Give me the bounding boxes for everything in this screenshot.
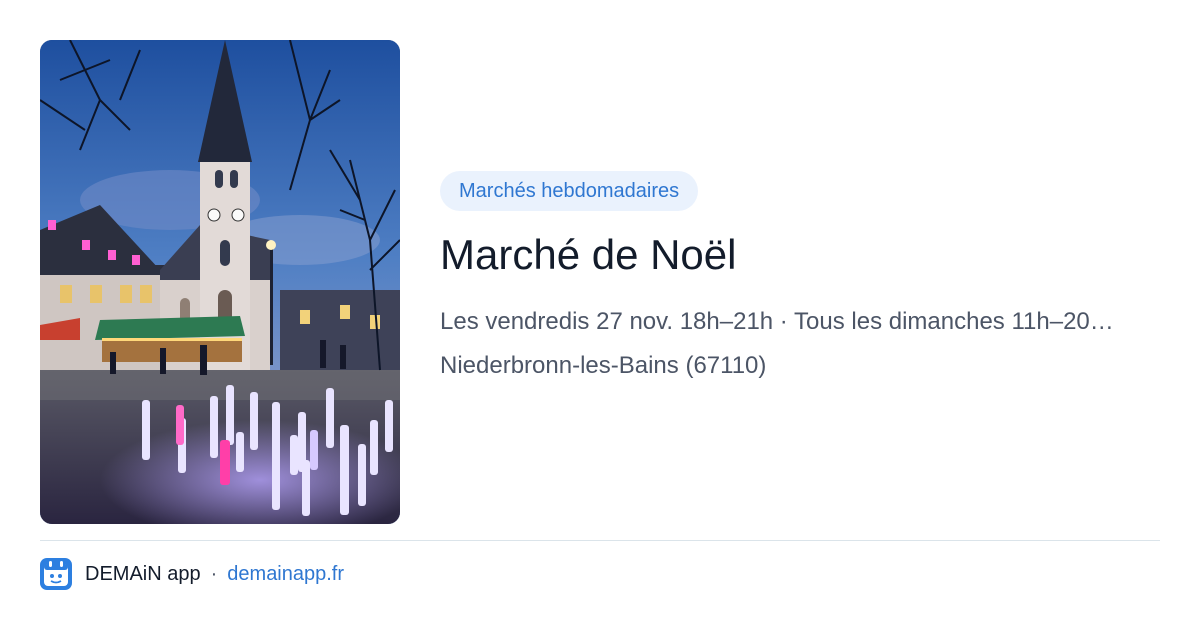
site-link[interactable]: demainapp.fr: [227, 563, 344, 586]
demain-app-logo-icon: [40, 558, 72, 590]
event-schedule: Les vendredis 27 nov. 18h–21h · Tous les…: [440, 308, 1114, 335]
app-name: DEMAiN app: [85, 562, 201, 585]
christmas-market-church-photo: [40, 40, 400, 524]
category-badge[interactable]: Marchés hebdomadaires: [440, 171, 699, 211]
event-title: Marché de Noël: [440, 231, 737, 278]
footer-divider: [40, 540, 1160, 541]
event-location: Niederbronn-les-Bains (67110): [440, 352, 767, 379]
share-card[interactable]: Marchés hebdomadaires Marché de Noël Les…: [0, 0, 1200, 630]
event-photo: [40, 40, 400, 524]
footer: DEMAiN app · demainapp.fr: [40, 558, 344, 590]
footer-separator: ·: [210, 562, 218, 585]
event-details: Marchés hebdomadaires Marché de Noël Les…: [440, 171, 1160, 382]
